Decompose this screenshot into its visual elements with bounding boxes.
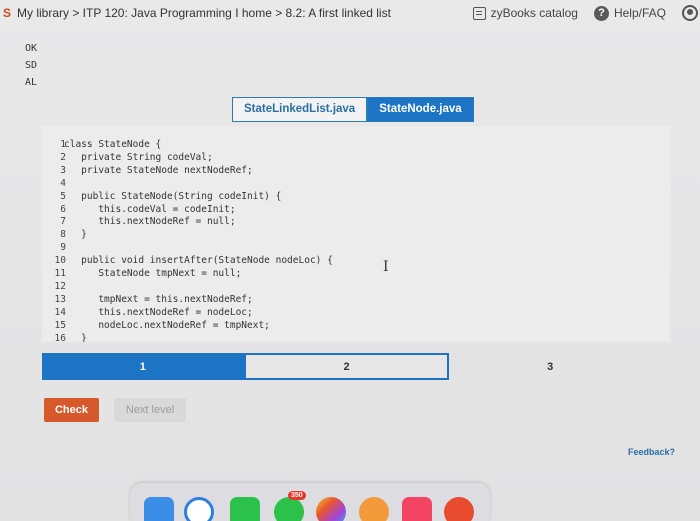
- code-line[interactable]: [64, 242, 333, 255]
- safari-icon[interactable]: [184, 497, 214, 521]
- code-line[interactable]: class StateNode {: [64, 139, 333, 152]
- check-button[interactable]: Check: [44, 398, 99, 422]
- line-number: 14: [54, 306, 66, 318]
- line-number-gutter: 1 2 3 4 5 6 7 8 9 10 11 12 13 14 15 16: [42, 139, 66, 342]
- code-editor[interactable]: 1 2 3 4 5 6 7 8 9 10 11 12 13 14 15 16 class StateNode …: [42, 126, 670, 342]
- code-line[interactable]: }: [64, 333, 333, 342]
- breadcrumb[interactable]: My library > ITP 120: Java Programming I…: [17, 6, 391, 20]
- line-number: 15: [54, 319, 66, 331]
- line-number: 5: [60, 190, 66, 202]
- breadcrumb-text[interactable]: My library > ITP 120: Java Programming I…: [17, 6, 391, 20]
- code-line[interactable]: StateNode tmpNext = null;: [64, 268, 333, 281]
- top-bar: S My library > ITP 120: Java Programming…: [0, 0, 700, 26]
- catalog-icon: [472, 6, 486, 20]
- line-number: 16: [54, 332, 66, 342]
- code-line[interactable]: this.nextNodeRef = nodeLoc;: [64, 307, 333, 320]
- level-3[interactable]: 3: [449, 353, 652, 380]
- catalog-label: zyBooks catalog: [490, 6, 578, 20]
- code-line[interactable]: [64, 281, 333, 294]
- line-number: 3: [60, 164, 66, 176]
- line-number: 10: [54, 255, 66, 267]
- level-progress-bar: 1 2 3: [42, 353, 652, 380]
- line-number: 1: [60, 139, 66, 150]
- code-line[interactable]: private StateNode nextNodeRef;: [64, 165, 333, 178]
- code-line[interactable]: public StateNode(String codeInit) {: [64, 191, 333, 204]
- line-number: 7: [60, 216, 66, 228]
- line-number: 6: [60, 203, 66, 215]
- code-item: SD: [25, 60, 38, 71]
- zybooks-catalog-link[interactable]: zyBooks catalog: [472, 6, 578, 20]
- help-faq-link[interactable]: ? Help/FAQ: [593, 5, 666, 21]
- reminders-icon[interactable]: [359, 497, 389, 521]
- zybooks-logo[interactable]: S: [3, 6, 11, 20]
- music-icon[interactable]: [402, 497, 432, 521]
- facetime-icon[interactable]: [230, 497, 260, 521]
- line-number: 11: [54, 268, 66, 280]
- top-right-links: zyBooks catalog ? Help/FAQ: [472, 3, 700, 23]
- code-line[interactable]: this.codeVal = codeInit;: [64, 204, 333, 217]
- line-number: 13: [54, 293, 66, 305]
- next-level-button[interactable]: Next level: [114, 398, 186, 422]
- line-number: 4: [60, 177, 66, 189]
- code-line[interactable]: this.nextNodeRef = null;: [64, 216, 333, 229]
- code-line[interactable]: }: [64, 229, 333, 242]
- code-line[interactable]: public void insertAfter(StateNode nodeLo…: [64, 255, 333, 268]
- line-number: 2: [60, 151, 66, 163]
- code-item: AL: [25, 77, 38, 88]
- line-number: 9: [60, 242, 66, 254]
- photos-icon[interactable]: [316, 497, 346, 521]
- launchpad-icon[interactable]: [144, 497, 174, 521]
- level-2[interactable]: 2: [243, 353, 450, 380]
- help-icon: ?: [593, 5, 609, 21]
- chrome-icon[interactable]: [444, 497, 474, 521]
- line-number: 12: [54, 280, 66, 292]
- code-line[interactable]: tmpNext = this.nextNodeRef;: [64, 294, 333, 307]
- file-tabs: StateLinkedList.java StateNode.java: [232, 97, 474, 122]
- user-avatar-icon[interactable]: [682, 5, 698, 21]
- messages-icon[interactable]: [274, 497, 304, 521]
- state-codes-output: OK SD AL: [25, 40, 37, 91]
- feedback-link[interactable]: Feedback?: [628, 447, 675, 457]
- help-label: Help/FAQ: [613, 6, 666, 20]
- line-number: 8: [60, 229, 66, 241]
- code-line[interactable]: [64, 178, 333, 191]
- messages-badge: 350: [288, 491, 306, 500]
- tab-statenode[interactable]: StateNode.java: [367, 97, 474, 122]
- code-item: OK: [25, 43, 38, 54]
- text-cursor-icon: I: [383, 259, 389, 275]
- code-text[interactable]: class StateNode { private String codeVal…: [64, 139, 333, 342]
- tab-statelinkedlist[interactable]: StateLinkedList.java: [232, 97, 368, 122]
- code-line[interactable]: private String codeVal;: [64, 152, 333, 165]
- code-line[interactable]: nodeLoc.nextNodeRef = tmpNext;: [64, 320, 333, 333]
- level-1[interactable]: 1: [42, 353, 244, 380]
